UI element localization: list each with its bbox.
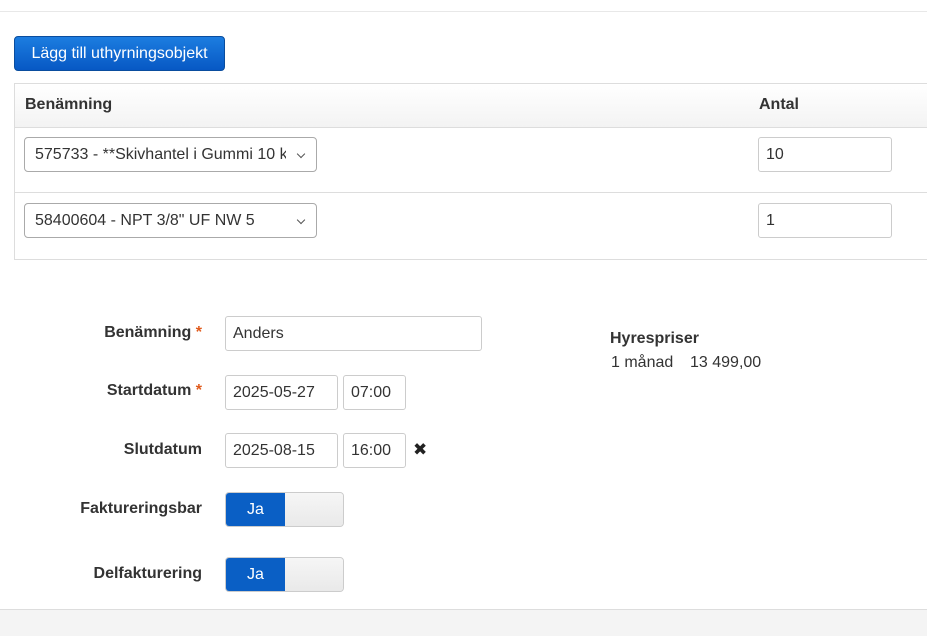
billable-label: Faktureringsbar	[80, 500, 202, 517]
top-divider	[0, 11, 927, 12]
toggle-off-area	[285, 558, 343, 591]
column-header-quantity: Antal	[759, 96, 799, 113]
chevron-down-icon	[296, 215, 306, 225]
footer-bar	[0, 609, 927, 636]
table-header: Benämning Antal	[15, 84, 927, 128]
end-time-input[interactable]: 16:00	[343, 433, 406, 468]
price-amount: 13 499,00	[690, 354, 762, 371]
end-date-label: Slutdatum	[0, 441, 202, 459]
required-marker: *	[195, 324, 202, 341]
row-divider	[15, 192, 927, 193]
required-marker: *	[195, 382, 202, 399]
add-rental-object-button[interactable]: Lägg till uthyrningsobjekt	[14, 36, 225, 71]
column-header-name: Benämning	[25, 96, 113, 113]
chevron-down-icon	[296, 149, 306, 159]
rental-prices-title: Hyrespriser	[610, 330, 699, 347]
item-select[interactable]: 575733 - **Skivhantel i Gummi 10 kg	[24, 137, 317, 172]
billable-toggle[interactable]: Ja	[225, 492, 344, 527]
toggle-off-area	[285, 493, 343, 526]
end-date-input[interactable]: 2025-08-15	[225, 433, 338, 468]
toggle-on-label: Ja	[226, 558, 285, 591]
end-date-label-text: Slutdatum	[123, 441, 202, 458]
close-icon[interactable]: ✖	[413, 440, 427, 460]
item-select[interactable]: 58400604 - NPT 3/8" UF NW 5	[24, 203, 317, 238]
start-time-input[interactable]: 07:00	[343, 375, 406, 410]
item-select-value: 575733 - **Skivhantel i Gummi 10 kg	[35, 146, 286, 163]
start-date-label: Startdatum *	[0, 382, 202, 400]
partial-billing-toggle[interactable]: Ja	[225, 557, 344, 592]
price-period: 1 månad	[611, 354, 674, 371]
name-label-text: Benämning	[104, 324, 192, 341]
name-input[interactable]: Anders	[225, 316, 482, 351]
partial-billing-label: Delfakturering	[93, 565, 202, 582]
name-label: Benämning *	[0, 324, 202, 342]
rental-items-table: Benämning Antal 575733 - **Skivhantel i …	[14, 83, 927, 260]
toggle-on-label: Ja	[226, 493, 285, 526]
quantity-input[interactable]: 10	[758, 137, 892, 172]
start-date-input[interactable]: 2025-05-27	[225, 375, 338, 410]
start-date-label-text: Startdatum	[106, 382, 192, 399]
quantity-input[interactable]: 1	[758, 203, 892, 238]
item-select-value: 58400604 - NPT 3/8" UF NW 5	[35, 212, 255, 229]
